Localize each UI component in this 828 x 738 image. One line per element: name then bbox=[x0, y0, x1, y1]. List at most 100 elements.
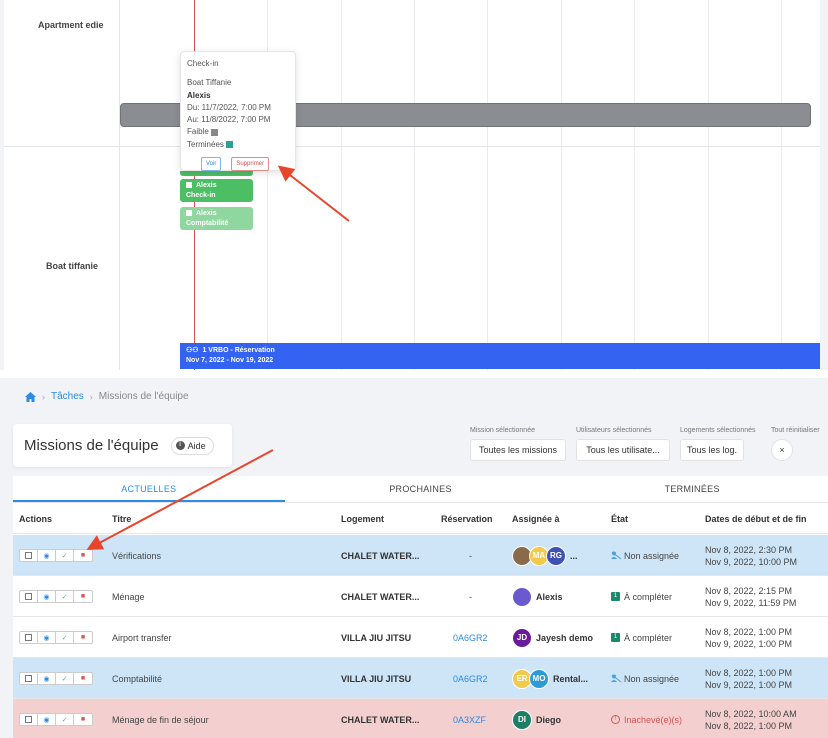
view-eye-icon[interactable]: ◉ bbox=[38, 673, 56, 684]
missions-table: ACTUELLES PROCHAINES TERMINÉES Actions T… bbox=[13, 476, 828, 738]
grid-line bbox=[708, 0, 709, 370]
row-reservation[interactable]: 0A3XZF bbox=[453, 699, 486, 738]
complete-check-icon[interactable]: ✓ bbox=[56, 714, 74, 725]
grid-line bbox=[487, 0, 488, 370]
voir-button[interactable]: Voir bbox=[201, 157, 222, 172]
avatar: DI bbox=[512, 709, 532, 730]
calendar-panel: Apartment edie Boat tiffanie Check-in Bo… bbox=[0, 0, 828, 370]
calendar-right-edge bbox=[820, 0, 828, 370]
home-icon[interactable] bbox=[25, 391, 36, 402]
row-title[interactable]: Vérifications bbox=[112, 535, 161, 576]
row-actions: ◉ ✓ ■ bbox=[19, 617, 93, 658]
row-dates: Nov 8, 2022, 1:00 PM Nov 9, 2022, 1:00 PM bbox=[705, 617, 792, 658]
row-state: Non assignée bbox=[611, 658, 679, 699]
popover-person: Alexis bbox=[187, 90, 211, 100]
tabs: ACTUELLES PROCHAINES TERMINÉES bbox=[13, 476, 828, 503]
task-chip-check-in[interactable]: Alexis Check-in bbox=[180, 179, 253, 202]
complete-check-icon[interactable]: ✓ bbox=[56, 673, 74, 684]
priority-icon bbox=[210, 128, 218, 136]
assignee-name: Rental... bbox=[553, 673, 589, 684]
tab-terminees[interactable]: TERMINÉES bbox=[556, 476, 828, 502]
row-title[interactable]: Comptabilité bbox=[112, 658, 162, 699]
row-title[interactable]: Ménage bbox=[112, 576, 145, 617]
state-label: À compléter bbox=[624, 632, 673, 643]
tab-actuelles[interactable]: ACTUELLES bbox=[13, 476, 285, 502]
task-chip-partial[interactable] bbox=[180, 171, 253, 176]
start-date: Nov 8, 2022, 2:15 PM bbox=[705, 585, 793, 596]
complete-check-icon[interactable]: ✓ bbox=[56, 632, 74, 643]
help-button[interactable]: i Aide bbox=[170, 436, 214, 455]
table-row[interactable]: ◉ ✓ ■ Ménage de fin de séjour CHALET WATER..… bbox=[13, 699, 828, 738]
select-checkbox[interactable] bbox=[20, 632, 38, 643]
row-assignees: ER MO Rental... bbox=[512, 658, 588, 699]
table-row[interactable]: ◉ ✓ ■ Ménage CHALET WATER... - Alexis 1 À complé… bbox=[13, 576, 828, 617]
view-eye-icon[interactable]: ◉ bbox=[38, 550, 56, 561]
chip-name: Alexis bbox=[196, 210, 217, 217]
delete-trash-icon[interactable]: ■ bbox=[74, 714, 92, 725]
reset-button[interactable]: × bbox=[771, 439, 793, 461]
missions-panel: › Tâches › Missions de l'équipe Missions… bbox=[0, 378, 828, 738]
row-state: 1 À compléter bbox=[611, 576, 672, 617]
row-actions: ◉ ✓ ■ bbox=[19, 699, 93, 738]
row-reservation[interactable]: 0A6GR2 bbox=[453, 658, 488, 699]
select-checkbox[interactable] bbox=[20, 550, 38, 561]
col-etat: État bbox=[611, 514, 629, 524]
select-checkbox[interactable] bbox=[20, 673, 38, 684]
task-chip-comptabilite[interactable]: Alexis Comptabilité bbox=[180, 207, 253, 230]
delete-trash-icon[interactable]: ■ bbox=[74, 632, 92, 643]
checkbox-icon bbox=[186, 210, 192, 217]
chevron-right-icon: › bbox=[89, 391, 93, 402]
table-row[interactable]: ◉ ✓ ■ Airport transfer VILLA JIU JITSU 0A6GR2… bbox=[13, 617, 828, 658]
row-logement: CHALET WATER... bbox=[341, 550, 420, 561]
view-eye-icon[interactable]: ◉ bbox=[38, 591, 56, 602]
action-button-group: ◉ ✓ ■ bbox=[19, 672, 93, 685]
supprimer-button[interactable]: Supprimer bbox=[231, 157, 270, 172]
action-button-group: ◉ ✓ ■ bbox=[19, 590, 93, 603]
view-eye-icon[interactable]: ◉ bbox=[38, 714, 56, 725]
row-logement: CHALET WATER... bbox=[341, 714, 420, 725]
delete-trash-icon[interactable]: ■ bbox=[74, 673, 92, 684]
complete-check-icon[interactable]: ✓ bbox=[56, 591, 74, 602]
breadcrumb: › Tâches › Missions de l'équipe bbox=[25, 391, 189, 402]
avatar: RG bbox=[546, 545, 566, 566]
row-assignees: MA RG... bbox=[512, 535, 578, 576]
avatar-group: DI bbox=[512, 709, 532, 730]
delete-trash-icon[interactable]: ■ bbox=[74, 591, 92, 602]
view-eye-icon[interactable]: ◉ bbox=[38, 632, 56, 643]
state-label: À compléter bbox=[624, 591, 673, 602]
delete-trash-icon[interactable]: ■ bbox=[74, 550, 92, 561]
reservation-bar[interactable]: ⚇⚇ 1 VRBO - Réservation Nov 7, 2022 - No… bbox=[180, 343, 820, 369]
start-date: Nov 8, 2022, 10:00 AM bbox=[705, 708, 797, 719]
filter-users-select[interactable]: Tous les utilisate... bbox=[576, 439, 670, 461]
col-logement: Logement bbox=[341, 514, 385, 524]
filter-label: Mission sélectionnée bbox=[470, 427, 535, 434]
screenshot-root: Apartment edie Boat tiffanie Check-in Bo… bbox=[0, 0, 828, 738]
select-checkbox[interactable] bbox=[20, 591, 38, 602]
tab-prochaines[interactable]: PROCHAINES bbox=[285, 476, 557, 502]
assignee-name: Diego bbox=[536, 714, 562, 725]
table-row[interactable]: ◉ ✓ ■ Comptabilité VILLA JIU JITSU 0A6GR2 ER MO… bbox=[13, 658, 828, 699]
filter-logements-select[interactable]: Tous les log. bbox=[680, 439, 744, 461]
popover-from: Du: 11/7/2022, 7:00 PM bbox=[187, 102, 271, 112]
avatar-group: ER MO bbox=[512, 668, 549, 689]
avatar: JD bbox=[512, 627, 532, 648]
col-titre: Titre bbox=[112, 514, 132, 524]
state-label: Non assignée bbox=[624, 673, 680, 684]
row-actions: ◉ ✓ ■ bbox=[19, 658, 93, 699]
breadcrumb-taches[interactable]: Tâches bbox=[51, 391, 84, 402]
row-dates: Nov 8, 2022, 2:30 PM Nov 9, 2022, 10:00 P… bbox=[705, 535, 797, 576]
select-checkbox[interactable] bbox=[20, 714, 38, 725]
chevron-right-icon: › bbox=[42, 391, 45, 402]
col-assignee: Assignée à bbox=[512, 514, 560, 524]
col-reservation: Réservation bbox=[441, 514, 493, 524]
filter-reset: Tout réinitialiser × bbox=[771, 427, 828, 461]
complete-check-icon[interactable]: ✓ bbox=[56, 550, 74, 561]
filter-mission-select[interactable]: Toutes les missions bbox=[470, 439, 566, 461]
row-reservation[interactable]: 0A6GR2 bbox=[453, 617, 488, 658]
table-row[interactable]: ◉ ✓ ■ Vérifications CHALET WATER... - MA RG... N… bbox=[13, 535, 828, 576]
row-title[interactable]: Airport transfer bbox=[112, 617, 172, 658]
breadcrumb-current: Missions de l'équipe bbox=[98, 391, 189, 402]
user-slash-icon bbox=[611, 551, 622, 560]
row-title[interactable]: Ménage de fin de séjour bbox=[112, 699, 209, 738]
checkbox-icon bbox=[186, 182, 192, 189]
